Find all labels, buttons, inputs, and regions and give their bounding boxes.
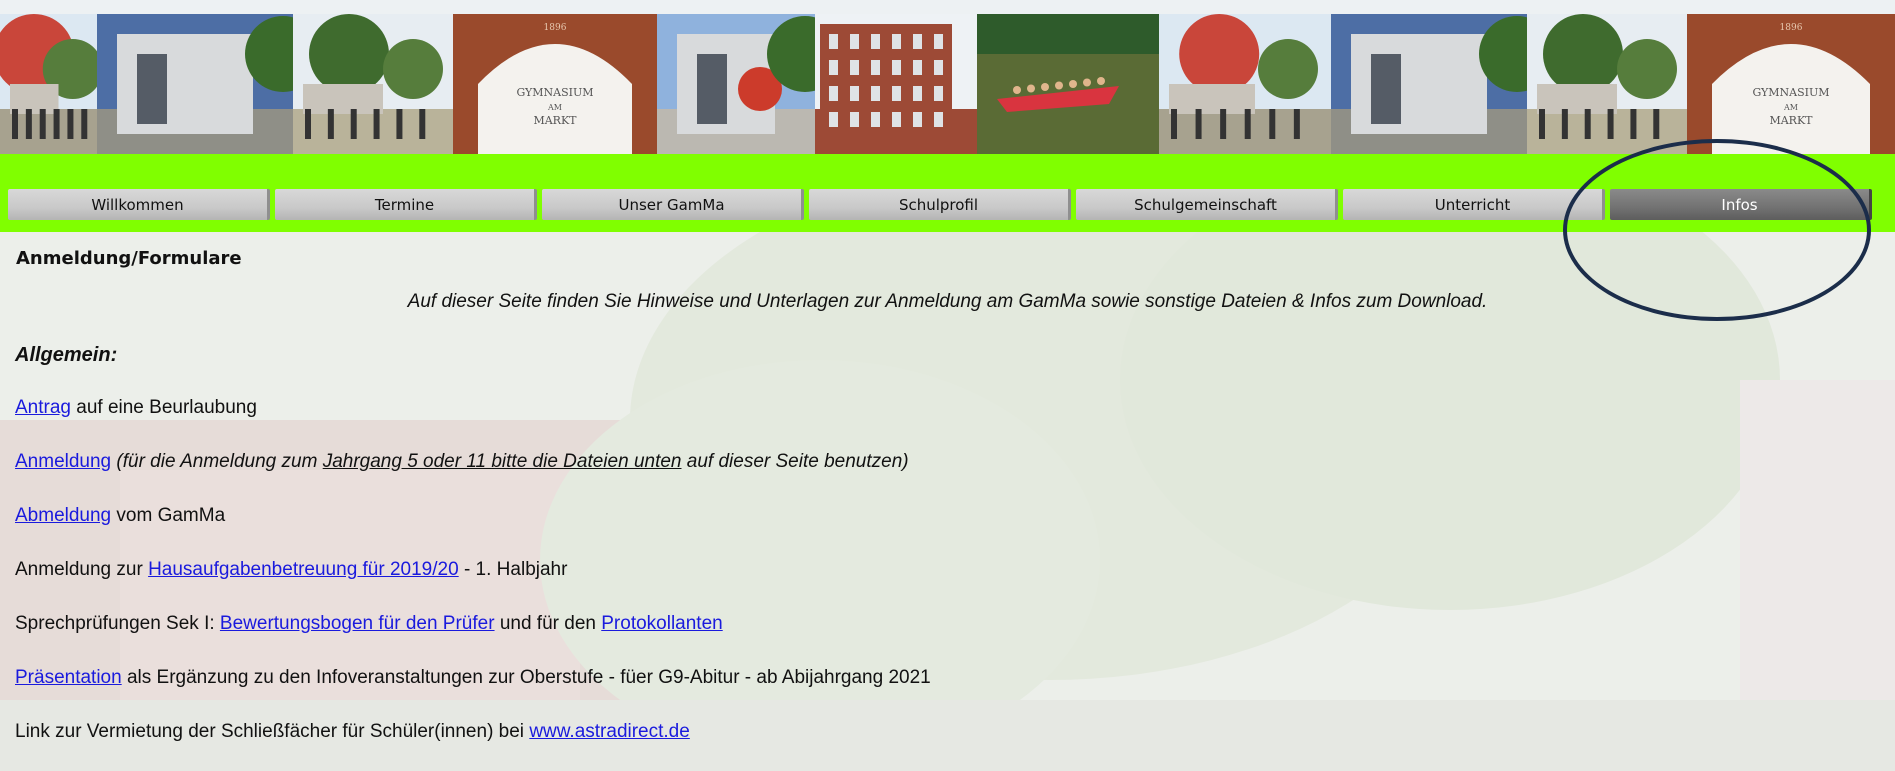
svg-text:1896: 1896 [544, 23, 567, 33]
astradirect-link[interactable]: www.astradirect.de [529, 721, 690, 742]
header-banner: GYMNASIUM AM MARKT 1896 GYMNASIUM AM MARKT 1896 [0, 14, 1895, 154]
anmeldung-note-underlined: Jahrgang 5 oder 11 bitte die Dateien unt… [322, 451, 682, 472]
hausaufgaben-post: - 1. Halbjahr [458, 559, 568, 580]
sprech-mid: und für den [494, 613, 602, 634]
page-title: Anmeldung/Formulare [16, 248, 242, 269]
list-item-anmeldung: Anmeldung (für die Anmeldung zum Jahrgan… [15, 451, 909, 473]
list-item-abmeldung: Abmeldung vom GamMa [15, 505, 225, 527]
antrag-text: auf eine Beurlaubung [70, 397, 257, 418]
sprech-pre: Sprechprüfungen Sek I: [15, 613, 220, 634]
praesentation-link[interactable]: Präsentation [15, 667, 122, 688]
svg-text:AM: AM [1783, 103, 1798, 112]
photo-trees-students [293, 14, 453, 154]
photo-school-arch: GYMNASIUM AM MARKT 1896 [453, 14, 657, 154]
svg-text:1896: 1896 [1780, 23, 1803, 33]
list-item-praesentation: Präsentation als Ergänzung zu den Infove… [15, 667, 931, 689]
nav-item-schulprofil[interactable]: Schulprofil [809, 189, 1071, 220]
svg-text:GYMNASIUM: GYMNASIUM [516, 86, 593, 99]
anmeldung-link[interactable]: Anmeldung [15, 451, 111, 472]
bewertungsbogen-link[interactable]: Bewertungsbogen für den Prüfer [220, 613, 495, 634]
photo-students-courtyard-2 [1159, 14, 1331, 154]
svg-text:GYMNASIUM: GYMNASIUM [1752, 86, 1829, 99]
nav-item-unterricht[interactable]: Unterricht [1343, 189, 1605, 220]
photo-school-arch-2: GYMNASIUM AM MARKT 1896 [1687, 14, 1895, 154]
abmeldung-text: vom GamMa [111, 505, 226, 526]
svg-text:AM: AM [547, 103, 562, 112]
hausaufgaben-pre: Anmeldung zur [15, 559, 149, 580]
antrag-link[interactable]: Antrag [15, 397, 71, 418]
schliessfach-pre: Link zur Vermietung der Schließfächer fü… [15, 721, 530, 742]
praesentation-text: als Ergänzung zu den Infoveranstaltungen… [121, 667, 931, 688]
photo-trees-students-2 [1527, 14, 1687, 154]
photo-rowing-boat [977, 14, 1159, 154]
list-item-antrag: Antrag auf eine Beurlaubung [15, 397, 257, 419]
intro-text: Auf dieser Seite finden Sie Hinweise und… [407, 291, 1488, 312]
main-navigation: Willkommen Termine Unser GamMa Schulprof… [8, 189, 1872, 220]
nav-item-unser-gamma[interactable]: Unser GamMa [542, 189, 804, 220]
hausaufgaben-link[interactable]: Hausaufgabenbetreuung für 2019/20 [148, 559, 459, 580]
nav-item-willkommen[interactable]: Willkommen [8, 189, 270, 220]
photo-students-courtyard [0, 14, 103, 154]
list-item-hausaufgaben: Anmeldung zur Hausaufgabenbetreuung für … [15, 559, 567, 581]
svg-text:MARKT: MARKT [533, 114, 577, 127]
nav-item-termine[interactable]: Termine [275, 189, 537, 220]
anmeldung-note-pre: (für die Anmeldung zum [111, 451, 323, 472]
list-item-schliessfaecher: Link zur Vermietung der Schließfächer fü… [15, 721, 690, 743]
abmeldung-link[interactable]: Abmeldung [15, 505, 111, 526]
list-item-sprechpruefungen: Sprechprüfungen Sek I: Bewertungsbogen f… [15, 613, 723, 635]
nav-item-schulgemeinschaft[interactable]: Schulgemeinschaft [1076, 189, 1338, 220]
photo-brick-building [815, 14, 977, 154]
photo-modern-building-2 [1331, 14, 1555, 154]
nav-item-infos[interactable]: Infos [1610, 189, 1872, 220]
photo-modern-building [97, 14, 321, 154]
svg-text:MARKT: MARKT [1769, 114, 1813, 127]
banner-photo-strip: GYMNASIUM AM MARKT 1896 GYMNASIUM AM MARKT 1896 [0, 14, 1895, 154]
top-strip [0, 0, 1895, 14]
section-title: Allgemein: [15, 344, 118, 366]
protokollanten-link[interactable]: Protokollanten [601, 613, 722, 634]
anmeldung-note-post: auf dieser Seite benutzen) [681, 451, 909, 472]
